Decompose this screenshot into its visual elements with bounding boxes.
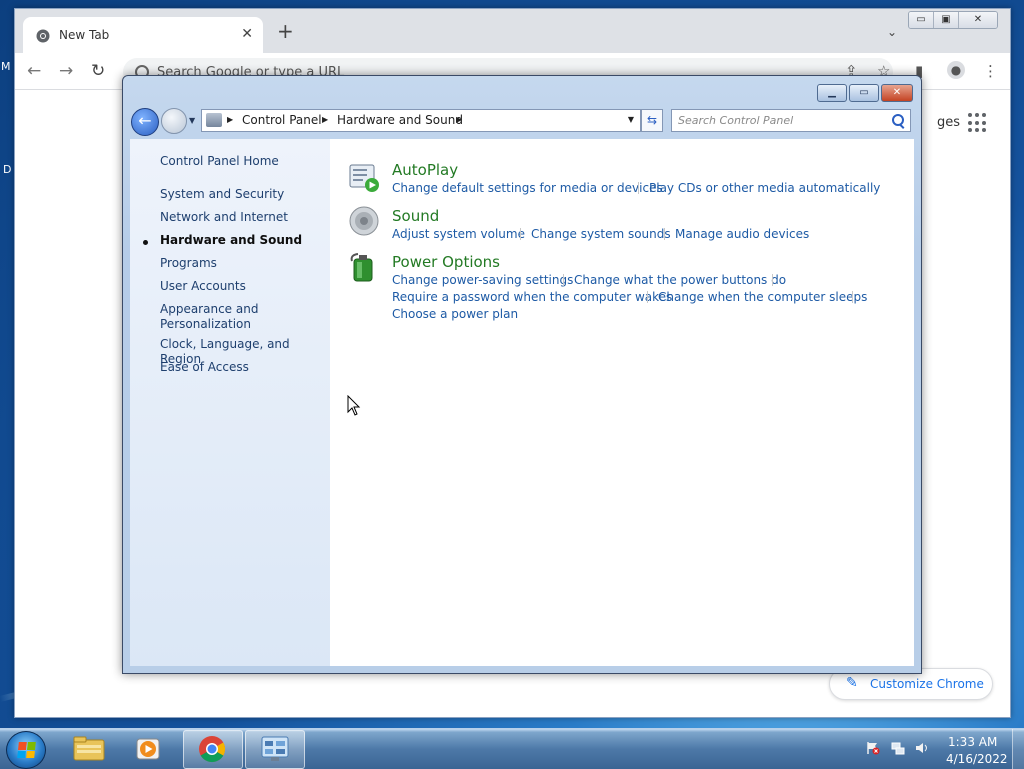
file-explorer-icon	[73, 736, 105, 761]
breadcrumb-arrow-icon[interactable]: ▶	[456, 115, 462, 124]
link-change-default-media-settings[interactable]: Change default settings for media or dev…	[392, 181, 663, 195]
chrome-menu-icon[interactable]: ⋮	[983, 62, 998, 80]
desktop-icon-label-partial[interactable]: M	[1, 60, 11, 73]
nav-control-panel-home[interactable]: Control Panel Home	[160, 154, 279, 169]
recent-pages-chevron-icon[interactable]: ▼	[189, 116, 195, 125]
control-panel-address-icon	[206, 113, 222, 127]
reload-icon[interactable]: ↻	[91, 62, 105, 80]
link-choose-power-plan[interactable]: Choose a power plan	[392, 307, 518, 321]
cp-content-pane: AutoPlay Change default settings for med…	[330, 139, 914, 666]
search-icon[interactable]	[892, 114, 904, 126]
taskbar-control-panel[interactable]	[245, 730, 305, 769]
link-change-system-sounds[interactable]: Change system sounds	[531, 227, 671, 241]
link-separator	[852, 291, 853, 303]
category-power-options-title[interactable]: Power Options	[392, 253, 500, 271]
link-separator	[647, 291, 648, 303]
media-player-icon	[136, 738, 160, 760]
forward-button[interactable]	[161, 108, 187, 134]
tab-title: New Tab	[59, 28, 110, 42]
link-require-password-on-wake[interactable]: Require a password when the computer wak…	[392, 290, 672, 304]
windows-logo-icon	[17, 742, 36, 758]
back-button[interactable]: ←	[131, 108, 159, 136]
taskbar-media-player[interactable]	[120, 730, 178, 767]
refresh-icon[interactable]: ⇆	[641, 109, 663, 132]
search-control-panel-input[interactable]: Search Control Panel	[671, 109, 911, 132]
chrome-icon	[199, 736, 226, 763]
cp-minimize-button[interactable]: ▁	[817, 84, 847, 102]
action-center-flag-icon[interactable]	[866, 741, 880, 755]
category-sound-title[interactable]: Sound	[392, 207, 439, 225]
control-panel-icon	[261, 736, 289, 761]
nav-appearance-and-personalization[interactable]: Appearance and Personalization	[160, 302, 260, 332]
chrome-tabstrip: New Tab ✕ + ⌄ ▭ ▣ ✕	[15, 9, 1010, 53]
taskbar: 1:33 AM 4/16/2022	[0, 728, 1024, 769]
network-icon[interactable]	[891, 741, 905, 755]
nav-user-accounts[interactable]: User Accounts	[160, 279, 246, 294]
desktop-icon-label-partial[interactable]: D	[3, 163, 11, 176]
nav-system-and-security[interactable]: System and Security	[160, 187, 284, 202]
google-apps-icon[interactable]	[968, 113, 988, 133]
nav-ease-of-access[interactable]: Ease of Access	[160, 360, 249, 375]
chrome-favicon-icon	[36, 29, 50, 43]
address-bar[interactable]: ▶ Control Panel ▶ Hardware and Sound ▶ ▼	[201, 109, 641, 132]
pencil-icon: ✎	[846, 675, 858, 691]
address-dropdown-icon[interactable]: ▼	[628, 115, 634, 124]
nav-programs[interactable]: Programs	[160, 256, 217, 271]
link-change-power-buttons[interactable]: Change what the power buttons do	[574, 273, 786, 287]
images-link-partial[interactable]: ges	[937, 115, 960, 130]
clock-time[interactable]: 1:33 AM	[948, 735, 997, 749]
category-autoplay-title[interactable]: AutoPlay	[392, 161, 458, 179]
link-manage-audio-devices[interactable]: Manage audio devices	[675, 227, 809, 241]
link-change-power-saving-settings[interactable]: Change power-saving settings	[392, 273, 573, 287]
taskbar-chrome[interactable]	[183, 730, 243, 769]
cp-maximize-button[interactable]: ▭	[849, 84, 879, 102]
breadcrumb-arrow-icon[interactable]: ▶	[322, 115, 328, 124]
start-button[interactable]	[6, 731, 46, 769]
control-panel-window: ▁ ▭ ✕ ← ▼ ▶ Control Panel ▶ Hardware and…	[122, 75, 922, 674]
breadcrumb-control-panel[interactable]: Control Panel	[242, 113, 322, 127]
battery-icon	[350, 253, 373, 282]
mouse-pointer-icon	[347, 395, 361, 416]
link-separator	[520, 228, 521, 240]
search-placeholder: Search Control Panel	[678, 114, 794, 127]
show-desktop-button[interactable]	[1012, 729, 1024, 769]
cp-navigation-pane: Control Panel Home System and Security N…	[130, 139, 330, 666]
new-tab-button[interactable]: +	[277, 21, 294, 41]
close-button[interactable]: ✕	[959, 12, 997, 28]
cp-close-button[interactable]: ✕	[881, 84, 913, 102]
active-bullet	[143, 240, 148, 245]
link-separator	[563, 274, 564, 286]
link-separator	[772, 274, 773, 286]
link-separator	[638, 182, 639, 194]
breadcrumb-hardware-and-sound[interactable]: Hardware and Sound	[337, 113, 463, 127]
link-separator	[664, 228, 665, 240]
breadcrumb-arrow-icon[interactable]: ▶	[227, 115, 233, 124]
speaker-icon	[349, 206, 379, 236]
link-adjust-system-volume[interactable]: Adjust system volume	[392, 227, 525, 241]
maximize-button[interactable]: ▣	[934, 12, 959, 28]
tab-search-chevron-icon[interactable]: ⌄	[887, 25, 897, 39]
forward-arrow-icon[interactable]: →	[59, 62, 73, 80]
link-change-sleep-time[interactable]: Change when the computer sleeps	[658, 290, 867, 304]
nav-hardware-and-sound[interactable]: Hardware and Sound	[160, 233, 302, 248]
link-play-cds-automatically[interactable]: Play CDs or other media automatically	[649, 181, 880, 195]
tab-new-tab[interactable]: New Tab ✕	[23, 17, 263, 53]
clock-date[interactable]: 4/16/2022	[946, 752, 1008, 766]
chrome-window-controls: ▭ ▣ ✕	[908, 11, 998, 29]
volume-icon[interactable]	[915, 741, 929, 755]
cp-window-controls: ▁ ▭ ✕	[815, 84, 913, 102]
taskbar-file-explorer[interactable]	[60, 730, 118, 767]
customize-chrome-label: Customize Chrome	[870, 677, 984, 691]
minimize-button[interactable]: ▭	[909, 12, 934, 28]
profile-avatar-icon[interactable]: ●	[947, 61, 965, 79]
back-arrow-icon[interactable]: ←	[27, 62, 41, 80]
tab-close-icon[interactable]: ✕	[241, 26, 253, 42]
autoplay-icon	[349, 164, 379, 192]
nav-network-and-internet[interactable]: Network and Internet	[160, 210, 288, 225]
